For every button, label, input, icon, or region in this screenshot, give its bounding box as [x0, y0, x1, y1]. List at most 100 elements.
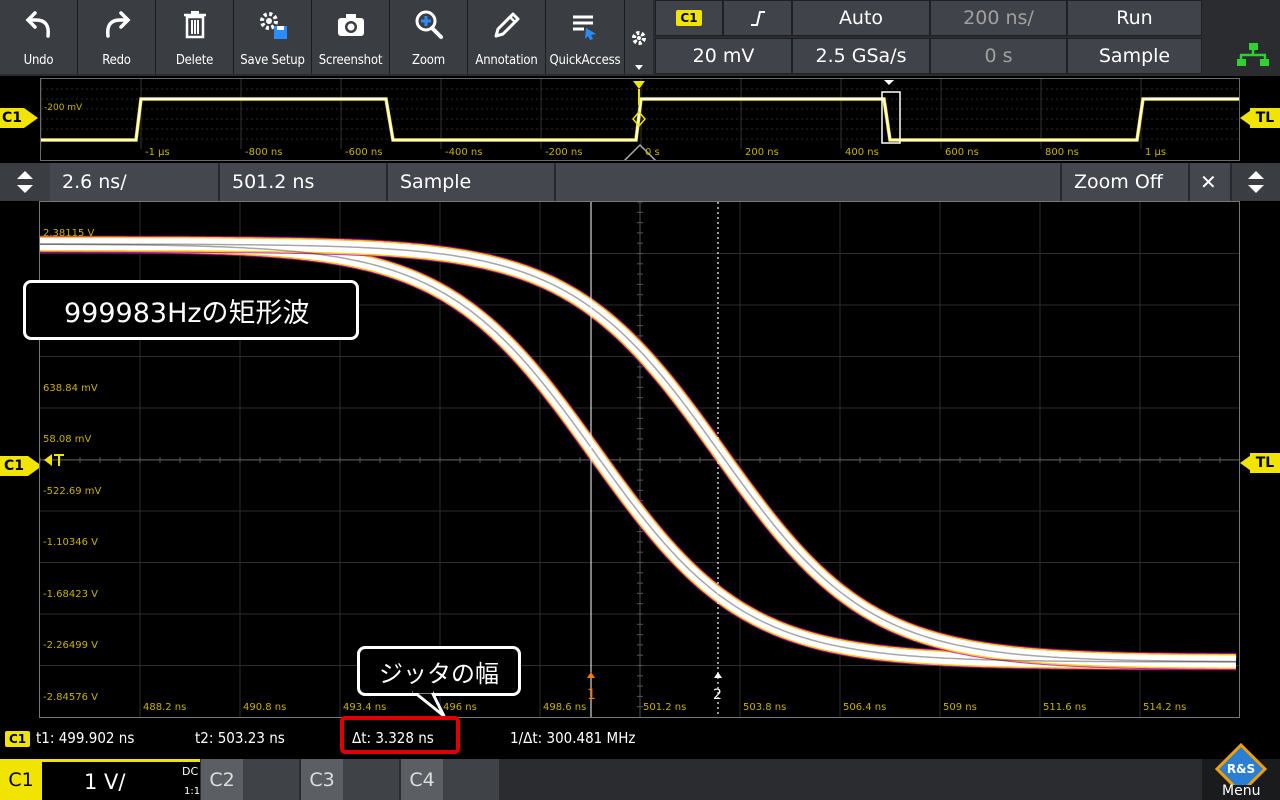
- trigger-edge-cell[interactable]: [723, 0, 792, 36]
- delete-button[interactable]: Delete: [156, 0, 234, 74]
- rising-edge-icon: [750, 11, 765, 26]
- time-axis-label: 490.8 ns: [243, 702, 287, 713]
- trigger-channel-badge: C1: [676, 10, 702, 26]
- zoom-button[interactable]: Zoom: [390, 0, 468, 74]
- overview-time-tick-label: 400 ns: [845, 147, 879, 158]
- timebase-cell[interactable]: 200 ns/: [930, 0, 1067, 36]
- overview-level-label: -200 mV: [44, 103, 83, 113]
- trash-icon: [183, 11, 206, 39]
- jitter-width-callout: ジッタの幅: [357, 646, 521, 696]
- save-setup-button[interactable]: Save Setup: [234, 0, 312, 74]
- delete-label: Delete: [175, 53, 214, 68]
- overview-time-tick-label: 0 s: [645, 147, 660, 158]
- time-axis-label: 511.6 ns: [1043, 702, 1087, 713]
- voltage-axis-label: -1.10346 V: [43, 537, 98, 548]
- main-channel-marker[interactable]: C1: [0, 456, 28, 476]
- toolbar: Undo Redo Delete Save Setup Screenshot Z…: [0, 0, 1280, 76]
- channel-c1-probe: 1:1: [184, 786, 201, 797]
- up-down-arrows-icon: [1248, 171, 1264, 193]
- channel-c3-settings[interactable]: [343, 759, 399, 800]
- annotation-button[interactable]: Annotation: [468, 0, 546, 74]
- vertical-scale-cell[interactable]: 20 mV: [655, 38, 792, 74]
- channel-c2-settings[interactable]: [243, 759, 299, 800]
- redo-label: Redo: [102, 53, 131, 68]
- signal-description-callout: 999983Hzの矩形波: [23, 280, 359, 340]
- measurement-channel-badge: C1: [5, 731, 31, 747]
- rs-logo-icon: R&S: [1214, 743, 1268, 785]
- overview-channel-marker[interactable]: C1: [0, 108, 24, 128]
- zoom-scale-cell[interactable]: 2.6 ns/: [50, 163, 220, 201]
- overview-zoom-marker-icon: [884, 80, 894, 85]
- overview-time-tick-label: -400 ns: [445, 147, 483, 158]
- zoom-bar-spacer: [556, 163, 1062, 201]
- zoom-mode-cell[interactable]: Sample: [388, 163, 556, 201]
- zoom-resize-handle-right[interactable]: [1232, 163, 1280, 201]
- trigger-mode-cell[interactable]: Auto: [792, 0, 930, 36]
- voltage-axis-label: -522.69 mV: [43, 485, 102, 497]
- voltage-axis-label: 58.08 mV: [43, 434, 92, 445]
- run-state-cell[interactable]: Run: [1067, 0, 1202, 36]
- zoom-position-cell[interactable]: 501.2 ns: [220, 163, 388, 201]
- overview-time-tick-label: -600 ns: [345, 147, 383, 158]
- channel-c1-tab[interactable]: C1: [0, 759, 42, 800]
- cursor-inverse-delta-t-value: 1/Δt: 300.481 MHz: [510, 729, 636, 747]
- network-icon: [1237, 43, 1269, 66]
- cursor-t1-value: t1: 499.902 ns: [36, 729, 135, 747]
- horizontal-position-cell[interactable]: 0 s: [930, 38, 1067, 74]
- settings-button[interactable]: [625, 0, 653, 74]
- zoom-close-button[interactable]: ✕: [1190, 163, 1232, 201]
- sample-rate-cell[interactable]: 2.5 GSa/s: [792, 38, 930, 74]
- zoom-waveform-display[interactable]: 12 2.38115 V1.21961 V638.84 mV58.08 mV-5…: [39, 201, 1240, 718]
- annotation-label: Annotation: [475, 53, 538, 68]
- channel-c4-tab[interactable]: C4: [401, 759, 443, 800]
- zoom-resize-handle-left[interactable]: [0, 163, 50, 201]
- channel-c1-scale: 1 V/: [84, 770, 126, 794]
- time-axis-label: 493.4 ns: [343, 702, 387, 713]
- save-setup-label: Save Setup: [240, 53, 305, 68]
- overview-time-tick-label: 1 µs: [1145, 147, 1167, 158]
- channel-c2-tab[interactable]: C2: [201, 759, 243, 800]
- channel-c4-settings[interactable]: [443, 759, 499, 800]
- voltage-axis-label: 2.38115 V: [43, 228, 95, 239]
- overview-time-tick-label: -1 µs: [145, 147, 170, 158]
- undo-button[interactable]: Undo: [0, 0, 78, 74]
- chevron-down-icon: [635, 65, 643, 70]
- trigger-level-icon: [44, 454, 52, 466]
- menu-button[interactable]: R&S Menu: [1202, 743, 1280, 800]
- channel-c3-tab[interactable]: C3: [301, 759, 343, 800]
- save-setup-icon: [259, 12, 287, 39]
- quickaccess-icon: [573, 15, 596, 40]
- main-trigger-level-marker[interactable]: TL: [1250, 453, 1280, 473]
- quickaccess-button[interactable]: QuickAccess: [546, 0, 625, 74]
- trigger-source-cell[interactable]: C1: [655, 0, 723, 36]
- rs-logo-text: R&S: [1227, 762, 1255, 776]
- time-axis-label: 488.2 ns: [143, 702, 187, 713]
- overview-waveform-panel[interactable]: -200 mV -1 µs -800 ns -600 ns -400 ns -200 n…: [40, 78, 1240, 161]
- time-axis-label: 498.6 ns: [543, 702, 587, 713]
- screenshot-label: Screenshot: [318, 53, 383, 68]
- zoom-icon: [415, 10, 443, 39]
- overview-time-tick-label: 600 ns: [945, 147, 979, 158]
- overview-trigger-level-marker[interactable]: TL: [1250, 108, 1280, 128]
- gear-icon: [632, 31, 646, 45]
- overview-channel-arrow-icon: [24, 108, 38, 128]
- cursor-1-label: 1: [587, 687, 596, 703]
- zoom-off-button[interactable]: Zoom Off: [1062, 163, 1190, 201]
- menu-label: Menu: [1222, 783, 1261, 799]
- undo-icon: [25, 11, 50, 38]
- channel-c1-settings[interactable]: 1 V/ DC 1:1: [42, 759, 200, 800]
- undo-label: Undo: [23, 53, 54, 68]
- overview-time-tick-label: -200 ns: [545, 147, 583, 158]
- time-axis-label: 509 ns: [943, 702, 977, 713]
- cursor-2-arrow-icon: [714, 672, 722, 678]
- channel-bar: C1 1 V/ DC 1:1 C2 C3 C4 R&S Menu: [0, 743, 1280, 800]
- measurement-bar: C1 t1: 499.902 ns t2: 503.23 ns Δt: 3.32…: [0, 716, 1280, 759]
- voltage-axis-label: 638.84 mV: [43, 382, 98, 394]
- acquisition-mode-cell[interactable]: Sample: [1067, 38, 1202, 74]
- overview-time-tick-label: 800 ns: [1045, 147, 1079, 158]
- screenshot-button[interactable]: Screenshot: [312, 0, 390, 74]
- redo-icon: [105, 11, 130, 38]
- voltage-axis-label: -2.84576 V: [43, 691, 98, 703]
- time-axis-label: 503.8 ns: [743, 702, 787, 713]
- redo-button[interactable]: Redo: [78, 0, 156, 74]
